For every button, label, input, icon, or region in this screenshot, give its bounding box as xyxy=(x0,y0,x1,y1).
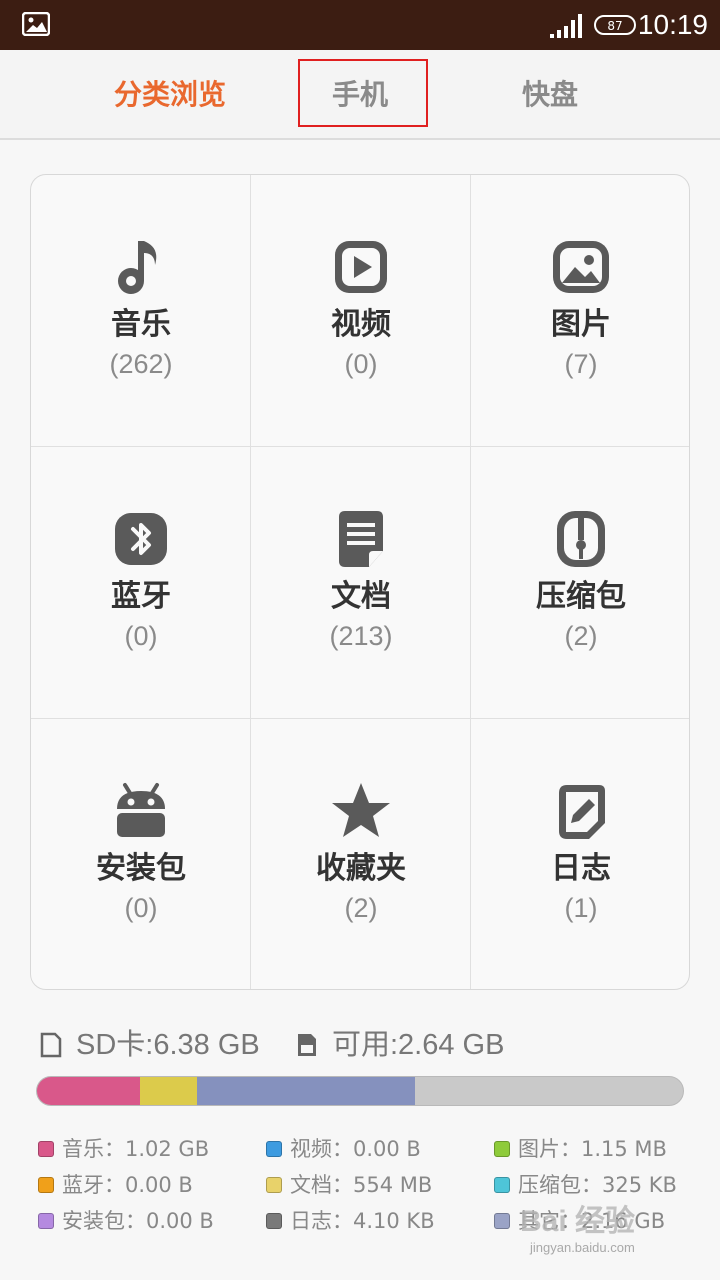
legend-swatch xyxy=(494,1177,510,1193)
legend-text: 图片：1.15 MB xyxy=(518,1137,667,1161)
category-music[interactable]: 音乐 (262) xyxy=(31,175,251,447)
category-grid: 音乐 (262) 视频 (0) 图片 (7) 蓝牙 (0) 文档 (213) 压… xyxy=(30,174,690,990)
category-favorites[interactable]: 收藏夹 (2) xyxy=(251,719,471,989)
legend-swatch xyxy=(266,1177,282,1193)
baidu-watermark: Bai 经验 jingyan.baidu.com xyxy=(520,1196,710,1270)
category-apks[interactable]: 安装包 (0) xyxy=(31,719,251,989)
video-play-icon xyxy=(329,235,393,299)
category-label: 收藏夹 xyxy=(316,851,406,886)
category-count: (2) xyxy=(344,893,378,923)
star-icon xyxy=(329,779,393,843)
legend-text: 视频：0.00 B xyxy=(290,1137,421,1161)
gallery-notification-icon xyxy=(22,12,50,36)
usage-segment xyxy=(140,1077,197,1105)
category-archives[interactable]: 压缩包 (2) xyxy=(471,447,689,719)
legend-swatch xyxy=(38,1177,54,1193)
watermark-brand: Bai 经验 xyxy=(520,1205,636,1238)
bluetooth-icon xyxy=(109,507,173,571)
available-storage: 可用:2.64 GB xyxy=(332,1029,505,1061)
category-label: 压缩包 xyxy=(536,579,626,614)
category-count: (1) xyxy=(564,893,598,923)
category-count: (213) xyxy=(329,621,393,651)
tab-phone[interactable]: 手机 xyxy=(260,50,460,140)
category-label: 蓝牙 xyxy=(111,579,171,614)
storage-usage-bar xyxy=(36,1076,684,1106)
battery-icon: 87 xyxy=(594,15,636,35)
category-pictures[interactable]: 图片 (7) xyxy=(471,175,689,447)
storage-summary: SD卡:6.38 GB 可用:2.64 GB xyxy=(36,1024,696,1068)
category-count: (0) xyxy=(344,349,378,379)
android-icon xyxy=(109,779,173,843)
legend-text: 安装包：0.00 B xyxy=(62,1209,214,1233)
legend-text: 蓝牙：0.00 B xyxy=(62,1173,193,1197)
category-label: 音乐 xyxy=(111,307,171,342)
sd-card-capacity: SD卡:6.38 GB xyxy=(76,1029,260,1061)
category-logs[interactable]: 日志 (1) xyxy=(471,719,689,989)
usage-segment xyxy=(37,1077,141,1105)
watermark-url: jingyan.baidu.com xyxy=(530,1240,635,1255)
category-bluetooth[interactable]: 蓝牙 (0) xyxy=(31,447,251,719)
battery-level: 87 xyxy=(607,19,622,33)
category-documents[interactable]: 文档 (213) xyxy=(251,447,471,719)
signal-icon xyxy=(550,14,582,38)
category-label: 安装包 xyxy=(96,851,186,886)
legend-swatch xyxy=(494,1141,510,1157)
category-count: (262) xyxy=(109,349,173,379)
legend-swatch xyxy=(266,1141,282,1157)
category-count: (0) xyxy=(124,893,158,923)
legend-text: 音乐：1.02 GB xyxy=(62,1137,210,1161)
category-label: 文档 xyxy=(331,579,391,614)
legend-text: 日志：4.10 KB xyxy=(290,1209,435,1233)
category-video[interactable]: 视频 (0) xyxy=(251,175,471,447)
category-label: 视频 xyxy=(331,307,391,342)
usage-segment xyxy=(196,1077,415,1105)
document-icon xyxy=(329,507,393,571)
tab-kuaipan[interactable]: 快盘 xyxy=(450,50,650,140)
clock: 10:19 xyxy=(637,9,708,40)
legend-text: 文档：554 MB xyxy=(290,1173,433,1197)
legend-swatch xyxy=(38,1141,54,1157)
picture-icon xyxy=(549,235,613,299)
sd-card-icon xyxy=(40,1032,62,1058)
category-count: (7) xyxy=(564,349,598,379)
category-label: 日志 xyxy=(551,851,611,886)
music-note-icon xyxy=(109,235,173,299)
category-count: (0) xyxy=(124,621,158,651)
tab-category-browse[interactable]: 分类浏览 xyxy=(70,50,270,140)
status-bar: 87 10:19 xyxy=(0,0,720,50)
legend-swatch xyxy=(494,1213,510,1229)
legend-swatch xyxy=(266,1213,282,1229)
zip-icon xyxy=(549,507,613,571)
log-edit-icon xyxy=(549,779,613,843)
available-storage-icon xyxy=(298,1034,316,1056)
tab-bar: 分类浏览 手机 快盘 xyxy=(0,50,720,140)
category-label: 图片 xyxy=(551,307,611,342)
category-count: (2) xyxy=(564,621,598,651)
legend-swatch xyxy=(38,1213,54,1229)
